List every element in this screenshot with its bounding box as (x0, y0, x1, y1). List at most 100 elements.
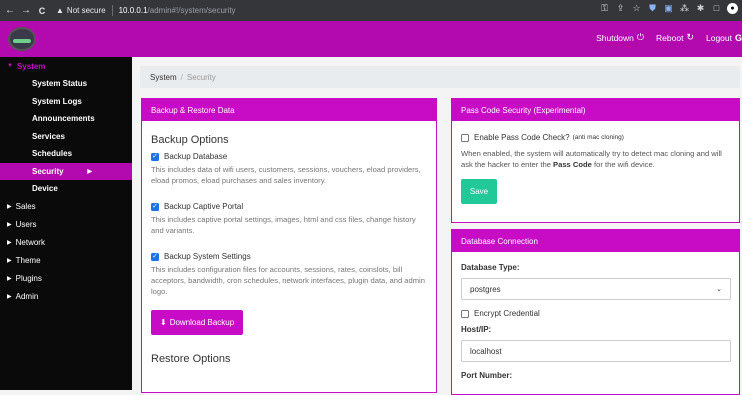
shutdown-button[interactable]: Shutdown ⏻ (596, 32, 644, 43)
breadcrumb-separator: / (180, 72, 183, 82)
restore-options-title: Restore Options (151, 353, 231, 365)
checkbox-checked-icon: ✓ (151, 252, 159, 261)
sidebar-item-system-logs[interactable]: System Logs (0, 93, 132, 111)
sidebar: ▼ System System Status System Logs Annou… (0, 57, 132, 390)
power-icon: ⏻ (636, 32, 645, 42)
desc-text: for the wifi device. (594, 160, 655, 169)
pin-icon[interactable]: ✱ (695, 3, 706, 14)
backup-settings-desc: This includes configuration files for ac… (151, 265, 425, 296)
checkbox-label: Backup Database (164, 152, 228, 161)
reboot-button[interactable]: Reboot ↻ (656, 32, 694, 43)
database-type-select[interactable]: postgres ⌄ (461, 278, 731, 300)
logout-label: Logout (705, 32, 732, 43)
sidebar-label: Users (15, 220, 37, 229)
download-backup-button[interactable]: ⬇ Download Backup (151, 310, 244, 335)
sidebar-label: System Logs (32, 96, 82, 106)
save-button[interactable]: Save (461, 179, 497, 204)
desc-bold: Pass Code (553, 160, 592, 169)
logout-button[interactable]: Logout G (706, 32, 742, 43)
input-value: localhost (470, 346, 502, 356)
sidebar-label: System (16, 61, 46, 71)
sidebar-label: Services (32, 131, 65, 141)
breadcrumb-system[interactable]: System (150, 73, 177, 82)
sidebar-item-schedules[interactable]: Schedules (0, 145, 132, 163)
backup-settings-checkbox[interactable]: ✓ Backup System Settings (151, 252, 427, 261)
caret-right-icon: ▶ (7, 222, 12, 228)
sidebar-item-security[interactable]: Security ▶ (0, 162, 132, 180)
sidebar-item-system[interactable]: ▼ System (0, 57, 132, 75)
caret-down-icon: ▼ (7, 63, 13, 69)
browser-toolbar: ← → C ▲ Not secure 10.0.0.1 /admin#!/sys… (0, 0, 742, 21)
refresh-icon: ↻ (686, 32, 694, 42)
breadcrumb: System / Security (140, 66, 740, 88)
translate-icon[interactable]: ▣ (663, 3, 674, 14)
card-header: Backup & Restore Data (142, 99, 436, 121)
port-label: Port Number: (461, 371, 513, 380)
backup-database-checkbox[interactable]: ✓ Backup Database (151, 152, 427, 161)
profile-avatar[interactable]: ● (727, 3, 738, 14)
sidebar-label: Admin (15, 292, 39, 301)
app-header: Shutdown ⏻ Reboot ↻ Logout G (0, 21, 742, 57)
app-logo (8, 27, 36, 51)
reboot-label: Reboot (656, 32, 684, 43)
sidebar-item-users[interactable]: ▶ Users (0, 216, 132, 234)
window-icon[interactable]: □ (711, 3, 722, 14)
back-icon[interactable]: ← (4, 5, 16, 16)
address-bar[interactable]: ▲ Not secure 10.0.0.1 /admin#!/system/se… (56, 2, 236, 19)
chevron-down-icon: ⌄ (716, 286, 722, 293)
breadcrumb-security: Security (186, 72, 216, 82)
host-label: Host/IP: (461, 325, 492, 334)
star-icon[interactable]: ☆ (631, 3, 642, 14)
passcode-desc: When enabled, the system will automatica… (461, 148, 730, 170)
card-header: Database Connection (452, 230, 739, 252)
sidebar-label: Network (15, 238, 45, 247)
backup-portal-desc: This includes captive portal settings, i… (151, 215, 416, 235)
sidebar-item-network[interactable]: ▶ Network (0, 234, 132, 252)
warning-icon: ▲ (56, 6, 64, 15)
checkbox-checked-icon: ✓ (151, 152, 159, 161)
extensions-area: ⚿ ⇪ ☆ ⛊ ▣ ⁂ ✱ □ ● (599, 3, 738, 14)
sidebar-item-sales[interactable]: ▶ Sales (0, 198, 132, 216)
sidebar-label: Theme (15, 256, 41, 265)
checkbox-label: Encrypt Credential (474, 309, 540, 318)
caret-right-icon: ▶ (87, 168, 92, 175)
host-input[interactable]: localhost (461, 340, 731, 362)
key-icon[interactable]: ⚿ (599, 3, 610, 14)
encrypt-credential-checkbox[interactable]: Encrypt Credential (461, 309, 730, 318)
sidebar-item-device[interactable]: Device (0, 180, 132, 198)
sidebar-label: Security (32, 166, 64, 176)
sidebar-item-system-status[interactable]: System Status (0, 75, 132, 93)
forward-icon[interactable]: → (20, 5, 32, 16)
caret-right-icon: ▶ (7, 258, 12, 264)
database-type-label: Database Type: (461, 263, 520, 272)
sidebar-label: Schedules (32, 149, 73, 159)
logout-icon: G (734, 32, 742, 43)
sidebar-item-plugins[interactable]: ▶ Plugins (0, 270, 132, 288)
sidebar-item-admin[interactable]: ▶ Admin (0, 288, 132, 306)
passcode-card: Pass Code Security (Experimental) Enable… (451, 98, 740, 223)
share-icon[interactable]: ⇪ (615, 3, 626, 14)
sidebar-label: Announcements (32, 114, 95, 124)
shield-icon[interactable]: ⛊ (647, 3, 658, 14)
caret-right-icon: ▶ (7, 294, 12, 300)
backup-restore-card: Backup & Restore Data Backup Options ✓ B… (141, 98, 437, 393)
enable-passcode-checkbox[interactable]: Enable Pass Code Check? (anti mac clonin… (461, 133, 730, 142)
shutdown-label: Shutdown (596, 32, 634, 43)
backup-database-desc: This includes data of wifi users, custom… (151, 165, 421, 185)
sidebar-label: Device (32, 184, 58, 194)
sidebar-item-theme[interactable]: ▶ Theme (0, 252, 132, 270)
card-header: Pass Code Security (Experimental) (452, 99, 739, 121)
puzzle-icon[interactable]: ⁂ (679, 3, 690, 14)
anti-mac-note: (anti mac cloning) (572, 134, 624, 141)
backup-portal-checkbox[interactable]: ✓ Backup Captive Portal (151, 202, 427, 211)
reload-icon[interactable]: C (36, 6, 48, 16)
database-connection-card: Database Connection Database Type: postg… (451, 229, 740, 395)
sidebar-label: System Status (32, 79, 88, 89)
sidebar-item-announcements[interactable]: Announcements (0, 110, 132, 128)
sidebar-label: Sales (15, 202, 36, 211)
checkbox-label: Backup Captive Portal (164, 202, 244, 211)
sidebar-item-services[interactable]: Services (0, 128, 132, 146)
caret-right-icon: ▶ (7, 204, 12, 210)
url-path: /admin#!/system/security (147, 6, 236, 15)
url-host: 10.0.0.1 (118, 6, 148, 15)
